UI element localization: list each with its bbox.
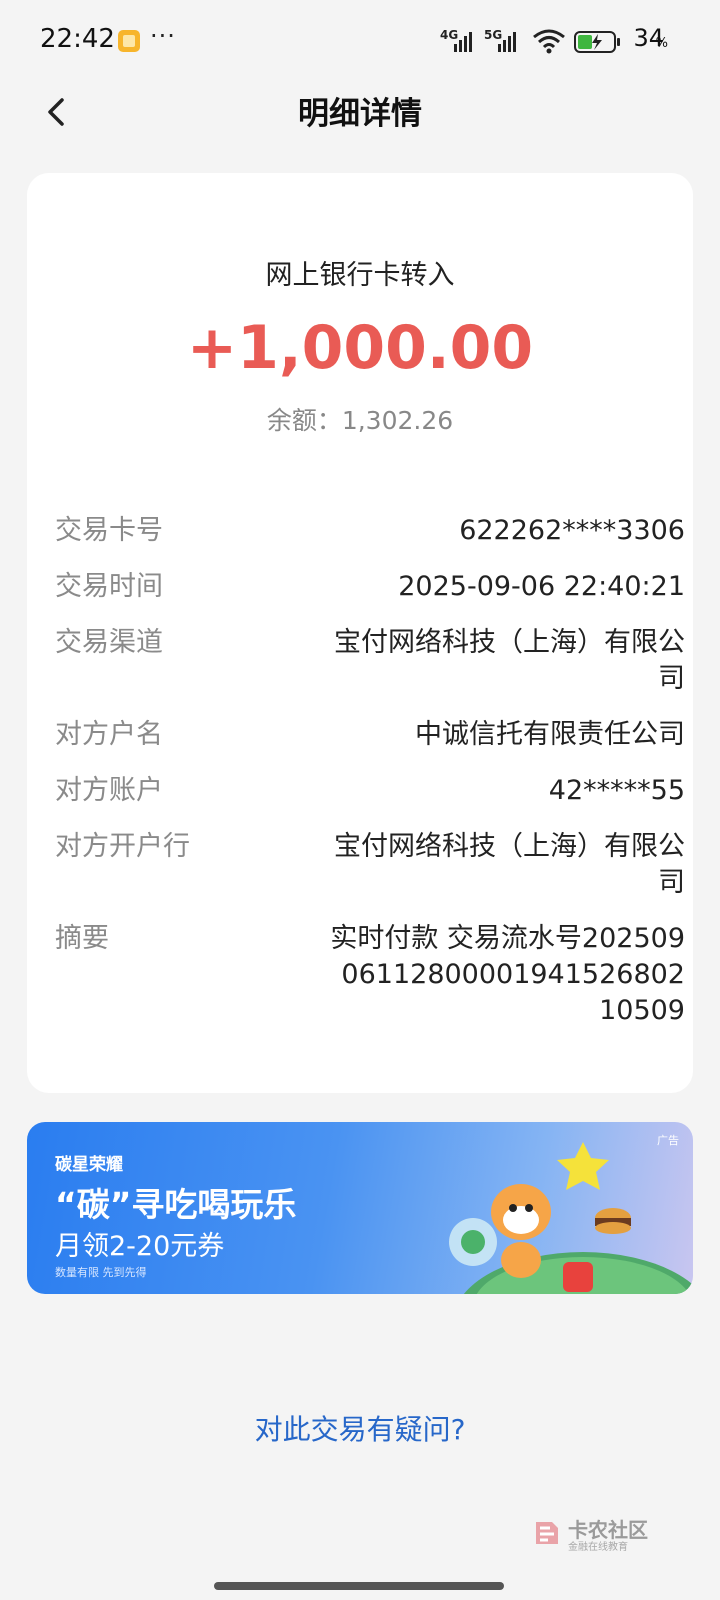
detail-value: 622262****3306 [459, 515, 685, 546]
watermark-subtitle: 金融在线教育 [568, 1542, 628, 1553]
top-nav-bar: 明细详情 [0, 84, 720, 140]
battery-percent-unit: % [655, 36, 668, 51]
account-balance: 余额：1,302.26 [266, 406, 454, 435]
detail-label: 摘要 [55, 923, 109, 954]
status-time: 22:42 [40, 24, 115, 54]
ad-subline: 月领2-20元券 [55, 1231, 225, 1262]
detail-value: 宝付网络科技（上海）有限公司 [334, 627, 685, 694]
detail-label: 交易卡号 [55, 515, 163, 546]
detail-row-channel: 交易渠道 宝付网络科技（上海）有限公司 [55, 625, 685, 697]
detail-row-time: 交易时间 2025-09-06 22:40:21 [55, 569, 685, 605]
detail-value: 实时付款 交易流水号202509061128000019415268021050… [330, 923, 685, 1026]
more-notifications-icon: ··· [150, 22, 176, 50]
ad-banner[interactable]: 碳星荣耀 “碳”寻吃喝玩乐 月领2-20元券 数量有限 先到先得 广告 [27, 1122, 693, 1294]
transaction-question-link[interactable]: 对此交易有疑问? [0, 1408, 720, 1448]
detail-label: 对方账户 [55, 775, 163, 806]
detail-row-counterparty-name: 对方户名 中诚信托有限责任公司 [55, 717, 685, 753]
wifi-icon [533, 29, 565, 54]
detail-list: 交易卡号 622262****3306 交易时间 2025-09-06 22:4… [55, 513, 685, 1049]
detail-value: 中诚信托有限责任公司 [415, 719, 685, 750]
transaction-amount: +1,000.00 [186, 313, 534, 383]
watermark: 卡农社区 金融在线教育 [530, 1514, 650, 1554]
page-title: 明细详情 [298, 96, 422, 132]
detail-label: 对方开户行 [55, 831, 190, 862]
notification-app-icon [118, 30, 140, 52]
detail-row-counterparty-account: 对方账户 42*****55 [55, 773, 685, 809]
signal-4g-icon: 4G [440, 28, 484, 52]
status-bar: 22:42 ··· 4G 5G 34 % [0, 0, 720, 84]
detail-value: 42*****55 [548, 775, 685, 806]
transaction-detail-card: 网上银行卡转入 +1,000.00 余额：1,302.26 交易卡号 62226… [27, 173, 693, 1093]
detail-value: 2025-09-06 22:40:21 [398, 571, 685, 602]
transaction-type: 网上银行卡转入 [265, 260, 455, 291]
signal-5g-icon: 5G [484, 28, 528, 52]
ad-brand: 碳星荣耀 [55, 1155, 123, 1175]
home-indicator[interactable] [214, 1582, 504, 1590]
detail-row-summary: 摘要 实时付款 交易流水号202509061128000019415268021… [55, 921, 685, 1029]
watermark-logo-icon [536, 1522, 558, 1544]
ad-illustration [449, 1142, 693, 1294]
detail-row-card-number: 交易卡号 622262****3306 [55, 513, 685, 549]
detail-row-counterparty-bank: 对方开户行 宝付网络科技（上海）有限公司 [55, 829, 685, 901]
detail-label: 对方户名 [55, 719, 163, 750]
detail-value: 宝付网络科技（上海）有限公司 [334, 831, 685, 898]
ad-note: 数量有限 先到先得 [55, 1266, 147, 1279]
battery-charging-icon [574, 31, 620, 53]
detail-label: 交易渠道 [55, 627, 163, 658]
ad-headline: “碳”寻吃喝玩乐 [55, 1185, 297, 1224]
detail-label: 交易时间 [55, 571, 163, 602]
